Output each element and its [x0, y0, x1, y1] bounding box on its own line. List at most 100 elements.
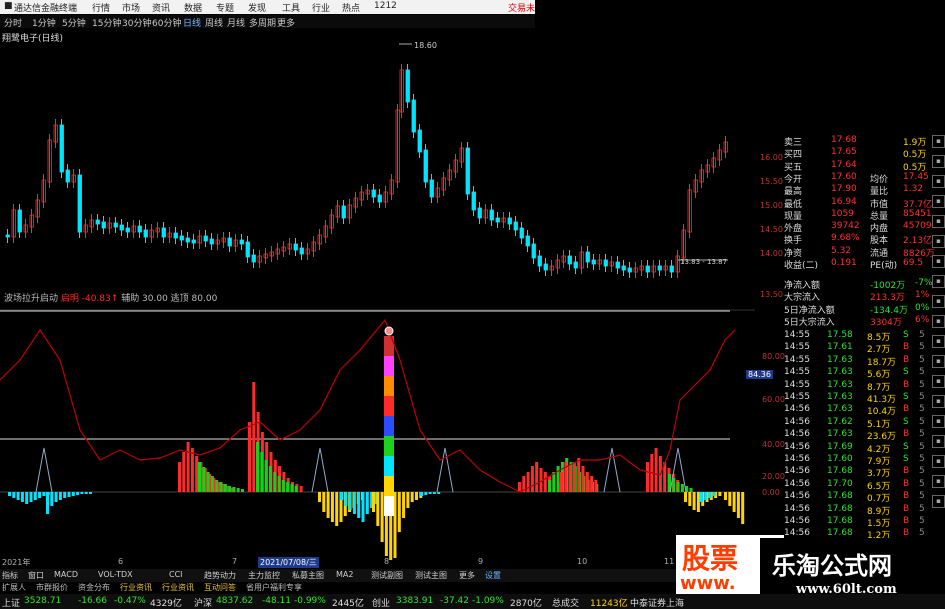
- tick-row: 14:56 17.68 8.9万 B 5: [755, 503, 930, 517]
- signal-column-segment: [384, 376, 394, 396]
- menu-item-topic[interactable]: 专题: [216, 1, 234, 14]
- plus-icon[interactable]: ▪: [932, 315, 945, 328]
- chevron-up-icon[interactable]: ▪: [932, 135, 945, 148]
- candle-body: [203, 235, 208, 242]
- sz-change: -48.11: [262, 596, 292, 606]
- tick-side: S: [903, 392, 909, 402]
- period-tab-5min[interactable]: 5分钟: [62, 16, 86, 29]
- star-icon[interactable]: ▪: [932, 255, 945, 268]
- period-tab-monthly[interactable]: 月线: [227, 16, 245, 29]
- fund-flow-row: 净流入额 -1002万 -7%: [755, 278, 933, 291]
- chart-icon[interactable]: ▪: [932, 175, 945, 188]
- sz-percent: -0.99%: [294, 596, 326, 606]
- indicator-tab[interactable]: CCI: [169, 570, 183, 579]
- fund-percent: 1%: [915, 290, 930, 301]
- indicator-tab[interactable]: MA2: [336, 570, 353, 579]
- history-icon[interactable]: ▪: [932, 355, 945, 368]
- settings-icon[interactable]: ▪: [932, 235, 945, 248]
- histogram-bar: [402, 492, 406, 518]
- indicator-tab[interactable]: 设置: [485, 570, 501, 581]
- fund-label: 大宗流入: [784, 293, 821, 304]
- histogram-bar: [352, 492, 356, 514]
- menu-item-tools[interactable]: 工具: [282, 1, 300, 14]
- menu-item-hot[interactable]: 热点: [342, 1, 360, 14]
- indicator-tab[interactable]: 指标: [2, 570, 18, 581]
- quote-key: 均价: [870, 174, 889, 185]
- menu-item-industry[interactable]: 行业: [312, 1, 330, 14]
- indicator-tab[interactable]: 窗口: [28, 570, 44, 581]
- histogram-bar: [680, 484, 684, 492]
- period-tab-more[interactable]: 更多: [277, 16, 295, 29]
- more-icon[interactable]: ▪: [932, 395, 945, 408]
- grid-icon[interactable]: ▪: [932, 195, 945, 208]
- bell-icon[interactable]: ▪: [932, 275, 945, 288]
- indicator-tab[interactable]: 主力监控: [248, 570, 280, 581]
- indicator-tab[interactable]: 私募主图: [292, 570, 324, 581]
- menu-item-data[interactable]: 数据: [184, 1, 202, 14]
- share-icon[interactable]: ▪: [932, 375, 945, 388]
- quote-label: 最高: [784, 187, 803, 198]
- period-tab-1min[interactable]: 1分钟: [32, 16, 56, 29]
- fund-value: 3304万: [870, 317, 902, 328]
- cy-percent: -1.09%: [472, 596, 504, 606]
- info-tab[interactable]: 行业资讯: [120, 582, 152, 593]
- indicator-tab[interactable]: MACD: [54, 570, 78, 579]
- fund-label: 5日大宗流入: [784, 317, 835, 328]
- minus-icon[interactable]: ▪: [932, 335, 945, 348]
- tick-time: 14:55: [784, 367, 810, 378]
- search-icon[interactable]: ▪: [932, 495, 945, 508]
- menu-icon[interactable]: ▪: [932, 455, 945, 468]
- period-tab-30min[interactable]: 30分钟: [122, 16, 151, 29]
- trade-label[interactable]: 交易未: [508, 1, 535, 14]
- info-tab[interactable]: 互动问答: [204, 582, 236, 593]
- tick-count: 5: [919, 342, 925, 353]
- menu-item-news[interactable]: 资讯: [152, 1, 170, 14]
- histogram-bar: [84, 492, 88, 494]
- refresh-icon[interactable]: ▪: [932, 475, 945, 488]
- histogram-bar: [299, 486, 303, 492]
- candle-body: [179, 235, 184, 241]
- info-tab[interactable]: 省用户福利专享: [246, 582, 302, 593]
- histogram-bar: [728, 492, 732, 506]
- period-tab-60min[interactable]: 60分钟: [152, 16, 181, 29]
- tick-side: B: [903, 379, 910, 390]
- indicator-tab[interactable]: 更多: [459, 570, 475, 581]
- tick-volume: 10.4万: [867, 407, 897, 418]
- expand-icon[interactable]: ▪: [932, 415, 945, 428]
- info-icon[interactable]: ▪: [932, 215, 945, 228]
- tick-price: 17.58: [827, 330, 853, 340]
- menu-item-quote[interactable]: 行情: [92, 1, 110, 14]
- cy-label[interactable]: 创业: [372, 596, 390, 609]
- tick-time: 14:56: [784, 503, 810, 514]
- quote-key: 总量: [870, 211, 889, 222]
- candle-body: [429, 179, 434, 198]
- indicator-tab[interactable]: 测试副图: [371, 570, 403, 581]
- app-title: 通达信金融终端: [14, 4, 78, 14]
- period-tab-multi[interactable]: 多周期: [249, 16, 276, 29]
- tick-row: 14:56 17.68 1.5万 B 5: [755, 516, 930, 529]
- indicator-tab[interactable]: VOL-TDX: [98, 570, 133, 579]
- period-tab-weekly[interactable]: 周线: [205, 16, 223, 29]
- collapse-icon[interactable]: ▪: [932, 435, 945, 448]
- indicator-tab[interactable]: 趋势动力: [204, 570, 236, 581]
- sh-label[interactable]: 上证: [2, 596, 20, 609]
- signal-dot: [384, 326, 394, 336]
- histogram-bar: [692, 492, 696, 510]
- histogram-bar: [16, 492, 20, 500]
- sz-label[interactable]: 沪深: [194, 596, 212, 609]
- info-tab[interactable]: 资金分布: [78, 582, 110, 593]
- period-tab-15min[interactable]: 15分钟: [92, 16, 121, 29]
- period-tab-minute[interactable]: 分时: [4, 16, 22, 29]
- signal-column-segment: [384, 496, 394, 516]
- menu-item-market[interactable]: 市场: [122, 1, 140, 14]
- menu-item-discover[interactable]: 发现: [248, 1, 266, 14]
- note-icon[interactable]: ▪: [932, 295, 945, 308]
- info-tab[interactable]: 行业资讯: [162, 582, 194, 593]
- info-tab[interactable]: 市群报价: [36, 582, 68, 593]
- indicator-tab[interactable]: 测试主图: [415, 570, 447, 581]
- histogram-bar: [572, 462, 576, 492]
- period-tab-daily[interactable]: 日线: [183, 16, 201, 29]
- histogram-bar: [277, 476, 281, 492]
- list-icon[interactable]: ▪: [932, 155, 945, 168]
- info-tab[interactable]: 扩展人: [2, 582, 26, 593]
